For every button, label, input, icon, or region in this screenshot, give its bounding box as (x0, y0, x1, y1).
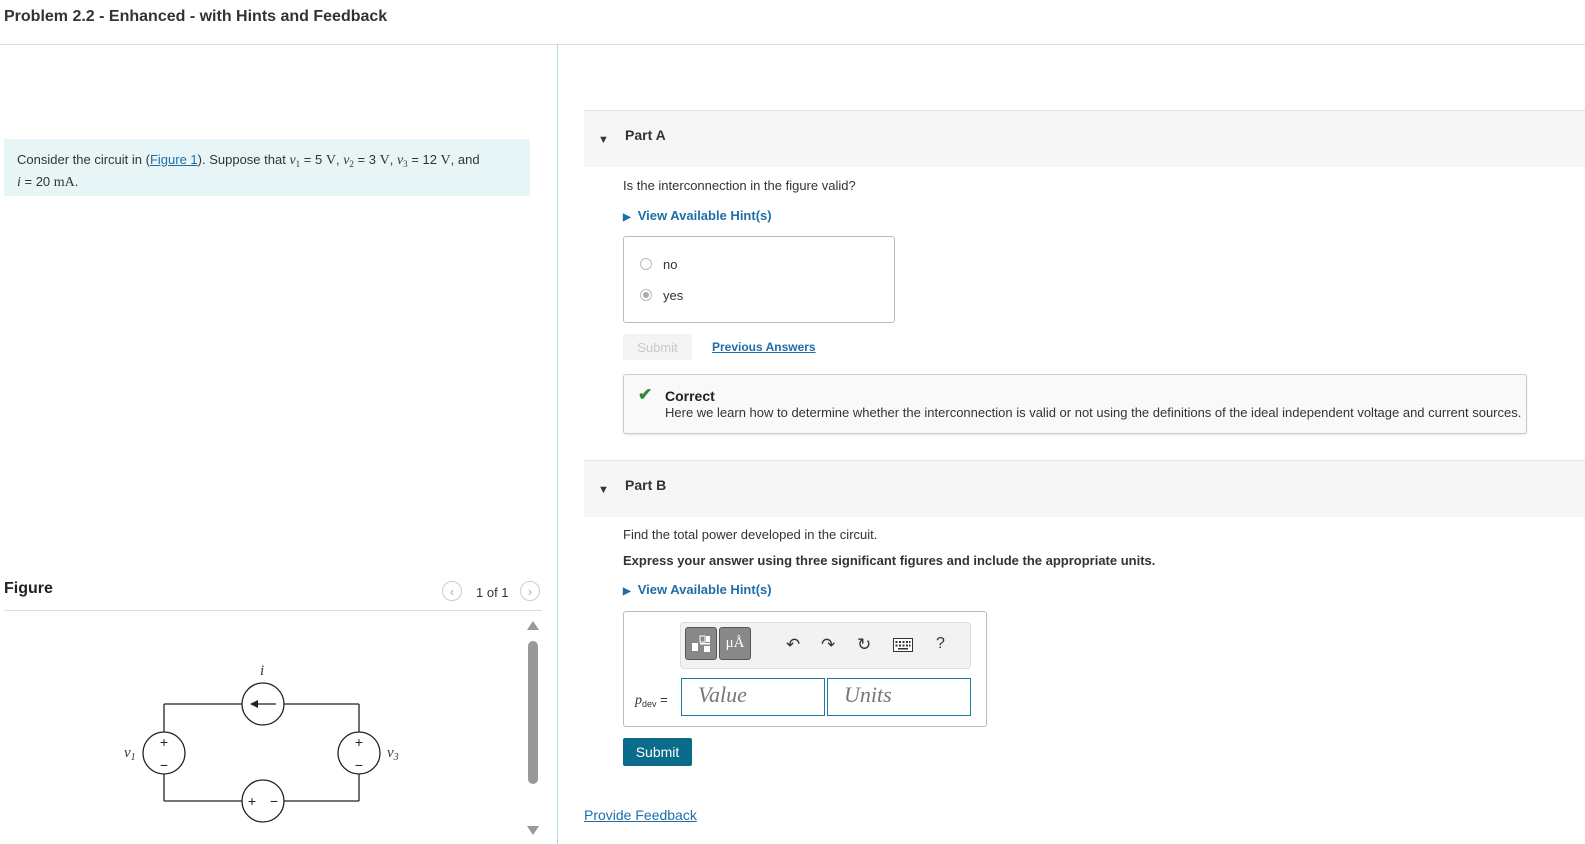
column-divider (557, 44, 558, 844)
units-input[interactable]: Units (827, 678, 971, 716)
part-b-header[interactable]: ▼ Part B (584, 460, 1585, 517)
v1-label: v1 (124, 745, 136, 763)
i-value: = 20 (20, 174, 54, 189)
header-divider (0, 44, 1585, 45)
figure-divider (4, 610, 542, 611)
radio-no[interactable] (640, 258, 652, 270)
undo-icon[interactable]: ↶ (786, 635, 800, 655)
v1-value: = 5 (300, 152, 326, 167)
v2-plus: + (248, 793, 256, 809)
figure-link[interactable]: Figure 1 (150, 152, 198, 167)
current-arrow (250, 700, 258, 708)
chevron-left-icon[interactable]: ‹ (442, 581, 462, 601)
answer-entry: μÅ ↶ ↷ ↻ ? pdev = Value Units (623, 611, 987, 727)
template-icon[interactable] (685, 627, 717, 660)
value-input[interactable]: Value (681, 678, 825, 716)
choice-label-yes: yes (663, 288, 684, 303)
chevron-right-icon[interactable]: › (520, 581, 540, 601)
expand-triangle-icon: ▶ (623, 586, 631, 597)
keyboard-icon[interactable] (893, 637, 913, 657)
v3-unit: V (440, 153, 451, 168)
v1-plus: + (160, 734, 168, 750)
period: . (74, 174, 79, 189)
previous-answers-link[interactable]: Previous Answers (712, 340, 816, 354)
part-b-instruction: Express your answer using three signific… (623, 553, 1156, 568)
and-text: , and (450, 152, 480, 167)
radio-yes[interactable] (640, 289, 652, 301)
check-icon: ✔ (638, 385, 653, 404)
problem-text: ). Suppose that (197, 152, 290, 167)
part-a-hint-link[interactable]: ▶ View Available Hint(s) (623, 208, 772, 223)
feedback-message: Here we learn how to determine whether t… (665, 405, 1522, 420)
v1-symbol: v1 (289, 153, 301, 169)
v2-unit: V (379, 153, 390, 168)
v3-label: v3 (387, 745, 399, 763)
v3-value: = 12 (407, 152, 441, 167)
part-b-submit-button[interactable]: Submit (623, 738, 692, 766)
figure-scrollbar[interactable] (528, 641, 538, 784)
redo-icon[interactable]: ↷ (821, 635, 835, 655)
scroll-up-arrow[interactable] (527, 621, 539, 630)
feedback-correct: ✔ Correct Here we learn how to determine… (623, 374, 1527, 434)
collapse-triangle-icon[interactable]: ▼ (598, 134, 609, 146)
circuit-diagram: + − + − + − i v1 v3 (124, 663, 399, 823)
i-label: i (260, 663, 264, 679)
part-a-submit-button[interactable]: Submit (623, 334, 692, 360)
i-unit: mA (53, 175, 75, 190)
part-b-question: Find the total power developed in the ci… (623, 527, 878, 542)
part-b-hint-link[interactable]: ▶ View Available Hint(s) (623, 582, 772, 597)
v3-minus: − (355, 757, 363, 773)
collapse-triangle-icon[interactable]: ▼ (598, 484, 609, 496)
v2-symbol: v2 (343, 153, 354, 169)
help-icon[interactable]: ? (936, 635, 945, 653)
variable-label: pdev = (635, 692, 668, 709)
v1-minus: − (160, 757, 168, 773)
reset-icon[interactable]: ↻ (857, 635, 871, 655)
expand-triangle-icon: ▶ (623, 212, 631, 223)
v3-plus: + (355, 734, 363, 750)
part-a-question: Is the interconnection in the figure val… (623, 178, 856, 193)
units-button[interactable]: μÅ (719, 627, 751, 660)
problem-statement: Consider the circuit in (Figure 1). Supp… (4, 139, 530, 196)
choice-label-no: no (663, 257, 678, 272)
figure-pager: 1 of 1 (476, 585, 509, 600)
scroll-down-arrow[interactable] (527, 826, 539, 835)
v2-minus: − (270, 793, 278, 809)
v1-unit: V (325, 153, 336, 168)
part-b-title: Part B (625, 477, 667, 493)
v2-value: = 3 (353, 152, 380, 167)
part-a-header[interactable]: ▼ Part A (584, 110, 1585, 167)
page-title: Problem 2.2 - Enhanced - with Hints and … (4, 8, 388, 25)
problem-intro: Consider the circuit in ( (17, 152, 150, 167)
separator: , (389, 152, 397, 167)
feedback-title: Correct (665, 388, 715, 404)
v3-symbol: v3 (396, 153, 408, 169)
part-a-title: Part A (625, 127, 666, 143)
answer-choices: no yes (623, 236, 895, 323)
figure-title: Figure (4, 580, 53, 597)
provide-feedback-link[interactable]: Provide Feedback (584, 807, 697, 823)
equation-toolbar: μÅ ↶ ↷ ↻ ? (680, 622, 971, 669)
